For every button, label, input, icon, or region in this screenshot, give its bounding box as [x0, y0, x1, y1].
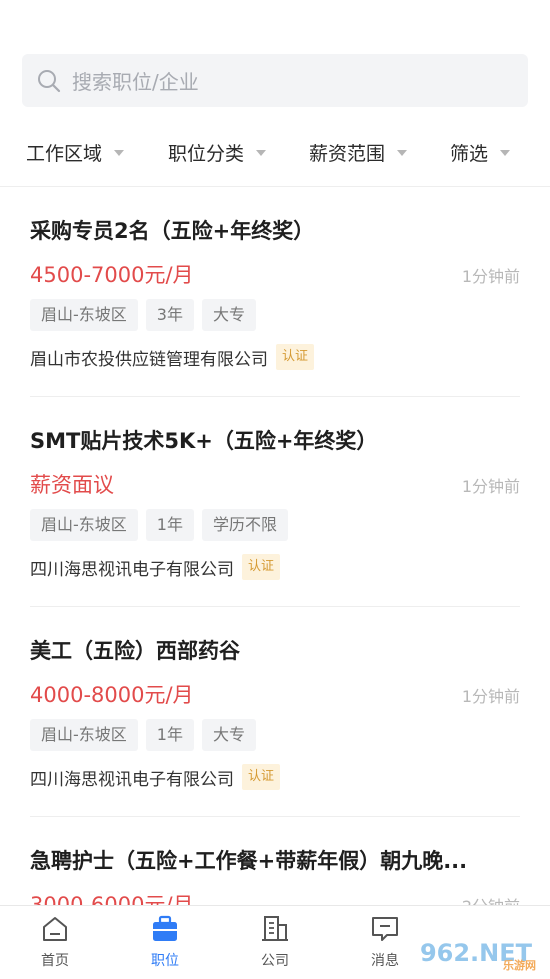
company-name: 四川海思视讯电子有限公司	[30, 769, 234, 790]
message-icon	[372, 917, 398, 941]
filter-more[interactable]: 筛选	[450, 139, 511, 166]
nav-label: 公司	[261, 953, 289, 969]
watermark-subtext: 乐游网	[503, 959, 536, 972]
job-title: 采购专员2名（五险+年终奖）	[30, 219, 315, 243]
filter-bar: 工作区域 职位分类 薪资范围 筛选	[0, 128, 550, 176]
filter-label: 薪资范围	[309, 142, 386, 165]
building-icon	[262, 916, 288, 941]
nav-label: 职位	[151, 953, 179, 969]
verified-badge: 认证	[242, 554, 281, 580]
job-card[interactable]: 美工（五险）西部药谷 4000-8000元/月 1分钟前 眉山-东坡区 1年 大…	[0, 607, 550, 817]
tag-experience: 3年	[145, 299, 194, 331]
caret-down-icon	[256, 150, 267, 156]
nav-label: 消息	[371, 953, 399, 969]
filter-job-category[interactable]: 职位分类	[168, 139, 267, 166]
tag-education: 大专	[201, 719, 256, 751]
job-card[interactable]: 采购专员2名（五险+年终奖） 4500-7000元/月 1分钟前 眉山-东坡区 …	[0, 187, 550, 397]
search-placeholder: 搜索职位/企业	[72, 70, 199, 94]
caret-down-icon	[114, 150, 125, 156]
company-name: 眉山市农投供应链管理有限公司	[30, 349, 268, 370]
job-tags: 眉山-东坡区 3年 大专	[30, 299, 256, 331]
job-salary: 4000-8000元/月	[30, 683, 194, 707]
search-icon	[38, 69, 61, 92]
caret-down-icon	[397, 150, 408, 156]
tag-education: 大专	[201, 299, 256, 331]
watermark-logo: 962.NET 乐游网	[406, 931, 546, 975]
filter-label: 职位分类	[168, 142, 245, 165]
job-title: 美工（五险）西部药谷	[30, 639, 240, 663]
company-row: 四川海思视讯电子有限公司 认证	[30, 554, 281, 580]
job-post-time: 1分钟前	[461, 477, 520, 496]
tag-experience: 1年	[145, 509, 194, 541]
nav-item-company[interactable]: 公司	[240, 914, 310, 970]
job-title: 急聘护士（五险+工作餐+带薪年假）朝九晚...	[30, 849, 468, 873]
company-name: 四川海思视讯电子有限公司	[30, 559, 234, 580]
job-salary: 薪资面议	[30, 473, 114, 497]
tag-education: 学历不限	[201, 509, 288, 541]
tag-location: 眉山-东坡区	[30, 299, 138, 331]
job-post-time: 1分钟前	[461, 267, 520, 286]
caret-down-icon	[500, 150, 511, 156]
nav-label: 首页	[41, 953, 69, 969]
verified-badge: 认证	[242, 764, 281, 790]
company-row: 四川海思视讯电子有限公司 认证	[30, 764, 281, 790]
filter-label: 工作区域	[26, 142, 103, 165]
tag-location: 眉山-东坡区	[30, 719, 138, 751]
nav-item-home[interactable]: 首页	[20, 914, 90, 970]
job-title: SMT贴片技术5K+（五险+年终奖）	[30, 429, 378, 453]
filter-work-area[interactable]: 工作区域	[26, 139, 125, 166]
job-tags: 眉山-东坡区 1年 大专	[30, 719, 256, 751]
tag-location: 眉山-东坡区	[30, 509, 138, 541]
tag-experience: 1年	[145, 719, 194, 751]
job-post-time: 1分钟前	[461, 687, 520, 706]
briefcase-icon	[153, 915, 177, 941]
job-salary: 4500-7000元/月	[30, 263, 194, 287]
job-card[interactable]: SMT贴片技术5K+（五险+年终奖） 薪资面议 1分钟前 眉山-东坡区 1年 学…	[0, 397, 550, 607]
job-tags: 眉山-东坡区 1年 学历不限	[30, 509, 288, 541]
home-icon	[43, 917, 67, 941]
company-row: 眉山市农投供应链管理有限公司 认证	[30, 344, 315, 370]
nav-item-jobs[interactable]: 职位	[130, 914, 200, 970]
search-input[interactable]: 搜索职位/企业	[22, 54, 528, 107]
filter-label: 筛选	[450, 142, 489, 165]
filter-salary-range[interactable]: 薪资范围	[309, 139, 408, 166]
verified-badge: 认证	[276, 344, 315, 370]
